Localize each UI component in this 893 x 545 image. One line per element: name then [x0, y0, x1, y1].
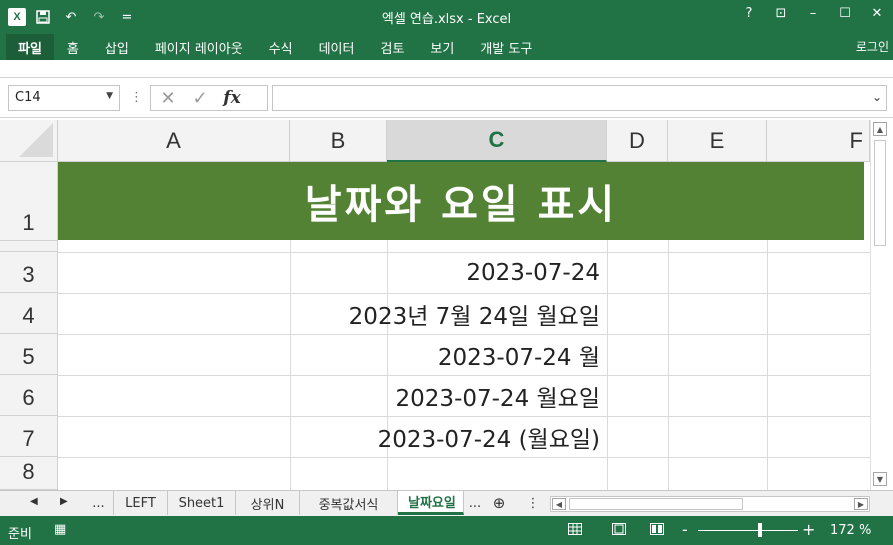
- page-layout-view-icon[interactable]: [610, 521, 628, 537]
- tab-split-grip-icon[interactable]: ⋮: [526, 491, 540, 515]
- tab-home[interactable]: 홈: [54, 34, 92, 60]
- sheet-tab-left[interactable]: LEFT: [114, 491, 168, 515]
- next-sheet-icon[interactable]: ▶: [60, 496, 68, 507]
- page-break-preview-icon[interactable]: [648, 521, 666, 537]
- sheet-tab-duplicate-format[interactable]: 중복값서식: [300, 491, 398, 515]
- sign-in-link[interactable]: 로그인: [856, 38, 889, 55]
- sheet-tab-date-weekday[interactable]: 날짜요일: [398, 491, 464, 515]
- horizontal-scroll-thumb[interactable]: [569, 498, 743, 510]
- column-header-e[interactable]: E: [668, 120, 767, 162]
- worksheet-grid[interactable]: A B C D E F 1 3 4 5 6 7 8 날짜와 요일 표시 2023…: [0, 120, 893, 490]
- formula-bar: C14 ▼ ⋮ ✕ ✓ fx ⌄: [0, 78, 893, 118]
- zoom-out-button[interactable]: -: [682, 520, 688, 539]
- cell-a5[interactable]: 2023-07-24 월: [58, 334, 606, 375]
- column-header-c[interactable]: C: [387, 120, 607, 162]
- select-all-corner[interactable]: [0, 120, 58, 162]
- row-header-6[interactable]: 6: [0, 375, 58, 416]
- zoom-slider-thumb[interactable]: [758, 523, 762, 537]
- row-header-8[interactable]: 8: [0, 457, 58, 490]
- row-header-3[interactable]: 3: [0, 252, 58, 293]
- add-sheet-icon[interactable]: ⊕: [488, 491, 510, 515]
- chevron-down-icon[interactable]: ▼: [106, 91, 113, 101]
- cell-a3[interactable]: 2023-07-24: [58, 252, 606, 293]
- enter-icon[interactable]: ✓: [191, 88, 209, 109]
- minimize-button[interactable]: –: [805, 6, 821, 21]
- row-header-7[interactable]: 7: [0, 416, 58, 457]
- ribbon-display-options-icon[interactable]: ⊡: [773, 6, 789, 21]
- macro-record-icon[interactable]: ▦: [54, 522, 66, 537]
- tab-page-layout[interactable]: 페이지 레이아웃: [142, 34, 256, 60]
- tab-view[interactable]: 보기: [417, 34, 467, 60]
- vertical-scroll-thumb[interactable]: [874, 140, 886, 246]
- scroll-down-icon[interactable]: ▼: [873, 472, 887, 486]
- row-header-4[interactable]: 4: [0, 293, 58, 334]
- insert-function-icon[interactable]: fx: [223, 88, 241, 108]
- scroll-right-icon[interactable]: ▶: [854, 498, 868, 510]
- cancel-icon[interactable]: ✕: [159, 88, 177, 109]
- tab-formulas[interactable]: 수식: [256, 34, 306, 60]
- row-header-2-hidden[interactable]: [0, 241, 58, 252]
- close-button[interactable]: ✕: [869, 6, 885, 21]
- scroll-left-icon[interactable]: ◀: [552, 498, 566, 510]
- ribbon-collapsed-area: [0, 60, 893, 78]
- status-bar: 준비 ▦ - + 172 %: [0, 516, 893, 545]
- sheets-more-right[interactable]: ...: [464, 491, 486, 515]
- sheet-tab-sheet1[interactable]: Sheet1: [168, 491, 236, 515]
- sheets-more-left[interactable]: ...: [84, 491, 114, 515]
- horizontal-scrollbar[interactable]: ◀ ▶: [550, 496, 870, 512]
- zoom-slider[interactable]: [698, 530, 798, 531]
- sheet-tab-top-n[interactable]: 상위N: [236, 491, 300, 515]
- column-header-d[interactable]: D: [607, 120, 668, 162]
- tab-data[interactable]: 데이터: [306, 34, 368, 60]
- row-header-5[interactable]: 5: [0, 334, 58, 375]
- tab-developer[interactable]: 개발 도구: [467, 34, 545, 60]
- normal-view-icon[interactable]: [566, 521, 584, 537]
- name-box-value: C14: [15, 90, 41, 105]
- window-controls: ? ⊡ – ☐ ✕: [741, 6, 885, 21]
- select-all-icon: [19, 123, 53, 157]
- scroll-up-icon[interactable]: ▲: [873, 122, 887, 136]
- cell-a4[interactable]: 2023년 7월 24일 월요일: [58, 293, 606, 334]
- sheet-tab-bar: ◀ ▶ ... LEFT Sheet1 상위N 중복값서식 날짜요일 ... ⊕…: [0, 490, 893, 516]
- previous-sheet-icon[interactable]: ◀: [30, 496, 38, 507]
- column-header-b[interactable]: B: [290, 120, 387, 162]
- formula-bar-grip-icon[interactable]: ⋮: [130, 90, 143, 105]
- formula-buttons: ✕ ✓ fx: [150, 85, 268, 111]
- title-cell[interactable]: 날짜와 요일 표시: [58, 162, 864, 240]
- vertical-scrollbar[interactable]: ▲ ▼: [870, 120, 888, 490]
- gridline: [58, 457, 870, 458]
- title-bar: X ↶ ↷ = 엑셀 연습.xlsx - Excel ? ⊡ – ☐ ✕: [0, 0, 893, 34]
- cell-a6[interactable]: 2023-07-24 월요일: [58, 375, 606, 416]
- cell-a7[interactable]: 2023-07-24 (월요일): [58, 416, 606, 457]
- name-box[interactable]: C14 ▼: [8, 85, 120, 111]
- tab-insert[interactable]: 삽입: [92, 34, 142, 60]
- ribbon-tabs: 파일 홈 삽입 페이지 레이아웃 수식 데이터 검토 보기 개발 도구: [0, 34, 893, 60]
- row-header-1[interactable]: 1: [0, 162, 58, 241]
- zoom-level[interactable]: 172 %: [830, 523, 871, 538]
- status-ready: 준비: [8, 527, 32, 542]
- column-header-f[interactable]: F: [767, 120, 870, 162]
- expand-formula-bar-icon[interactable]: ⌄: [872, 90, 882, 104]
- formula-input[interactable]: ⌄: [272, 85, 887, 111]
- zoom-in-button[interactable]: +: [802, 520, 815, 539]
- tab-review[interactable]: 검토: [367, 34, 417, 60]
- maximize-button[interactable]: ☐: [837, 6, 853, 21]
- column-header-a[interactable]: A: [58, 120, 290, 162]
- help-button[interactable]: ?: [741, 6, 757, 21]
- tab-file[interactable]: 파일: [6, 34, 54, 60]
